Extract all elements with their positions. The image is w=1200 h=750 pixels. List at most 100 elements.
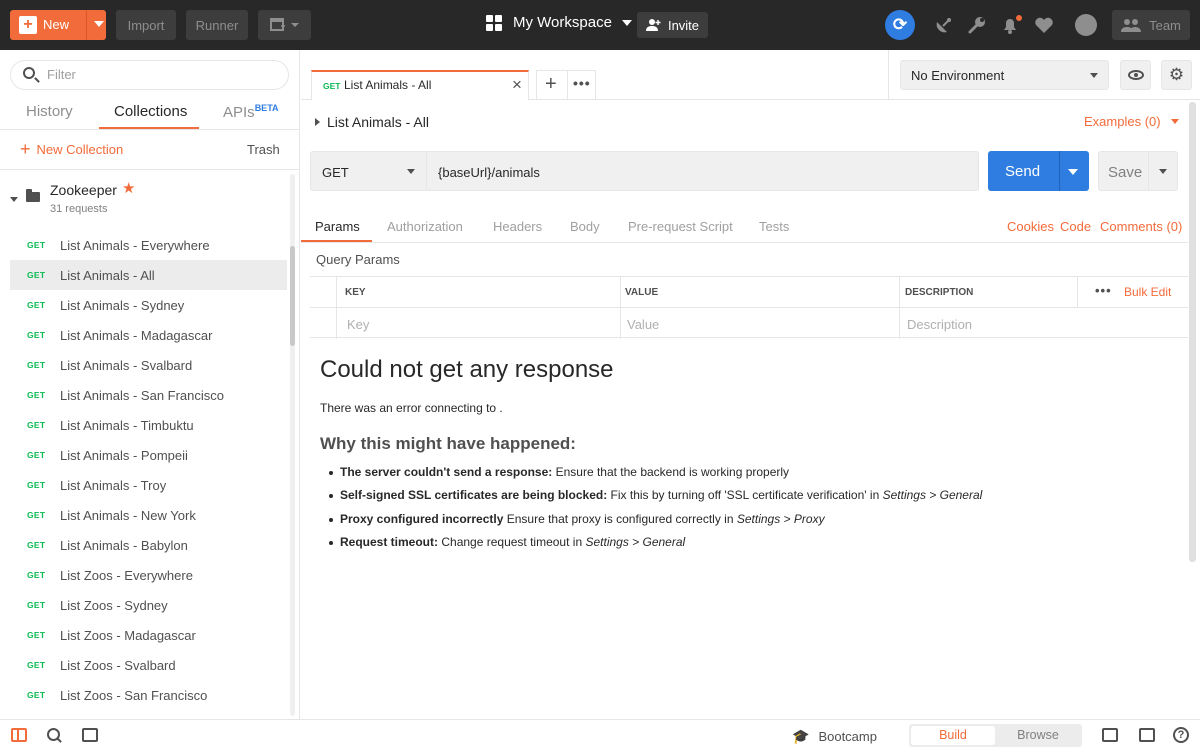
- column-header-key: KEY: [345, 287, 366, 298]
- new-button[interactable]: + New: [10, 10, 106, 40]
- new-window-button[interactable]: [258, 10, 311, 40]
- import-button[interactable]: Import: [116, 10, 176, 40]
- tab-pre-request-script[interactable]: Pre-request Script: [628, 219, 733, 234]
- star-icon[interactable]: ★: [122, 179, 135, 197]
- filter-input[interactable]: [47, 67, 277, 82]
- method-badge: GET: [27, 630, 45, 640]
- reason-title: Request timeout:: [340, 535, 438, 549]
- request-breadcrumb[interactable]: List Animals - All: [315, 114, 429, 130]
- runner-button[interactable]: Runner: [186, 10, 248, 40]
- new-tab-plus-icon[interactable]: +: [545, 73, 557, 96]
- environment-value: No Environment: [911, 68, 1004, 83]
- new-collection-button[interactable]: + New Collection: [20, 141, 123, 157]
- reason-text: Fix this by turning off 'SSL certificate…: [611, 488, 880, 502]
- bulk-edit-link[interactable]: Bulk Edit: [1124, 285, 1171, 299]
- close-icon[interactable]: ×: [512, 75, 522, 95]
- request-item[interactable]: GETList Animals - New York: [10, 500, 287, 530]
- team-button[interactable]: Team: [1112, 10, 1190, 40]
- method-badge: GET: [27, 540, 45, 550]
- help-icon[interactable]: ?: [1173, 727, 1189, 743]
- method-select[interactable]: GET: [310, 151, 427, 191]
- tab-tests[interactable]: Tests: [759, 219, 789, 234]
- keyboard-shortcuts-icon[interactable]: [1139, 728, 1155, 742]
- request-item[interactable]: GETList Animals - San Francisco: [10, 380, 287, 410]
- tab-collections[interactable]: Collections: [114, 103, 187, 120]
- collapse-caret-icon[interactable]: [10, 197, 18, 202]
- sync-icon[interactable]: ⟳: [885, 10, 915, 40]
- request-item[interactable]: GETList Zoos - Sydney: [10, 590, 287, 620]
- url-input[interactable]: {baseUrl}/animals: [426, 151, 979, 191]
- request-item[interactable]: GETList Animals - Svalbard: [10, 350, 287, 380]
- request-name: List Animals - All: [60, 268, 155, 283]
- trash-link[interactable]: Trash: [247, 142, 280, 157]
- invite-button[interactable]: Invite: [637, 12, 708, 38]
- collection-header[interactable]: Zookeeper ★ 31 requests: [0, 170, 290, 226]
- environment-select[interactable]: No Environment: [900, 60, 1109, 90]
- heart-icon[interactable]: [1033, 14, 1055, 36]
- request-tab[interactable]: GET List Animals - All ×: [311, 70, 529, 100]
- workspace-switcher[interactable]: My Workspace: [486, 14, 632, 31]
- reason-title: The server couldn't send a response:: [340, 465, 552, 479]
- more-options-icon[interactable]: •••: [573, 75, 591, 91]
- two-pane-layout-icon[interactable]: [1102, 728, 1118, 742]
- request-name: List Animals - Sydney: [60, 298, 184, 313]
- request-item[interactable]: GETList Zoos - Everywhere: [10, 560, 287, 590]
- request-item[interactable]: GETList Zoos - Svalbard: [10, 650, 287, 680]
- request-item[interactable]: GETList Animals - Babylon: [10, 530, 287, 560]
- response-why-heading: Why this might have happened:: [320, 434, 576, 454]
- request-name: List Animals - Pompeii: [60, 448, 188, 463]
- save-button[interactable]: Save: [1098, 151, 1178, 191]
- environment-panel: No Environment ⚙: [888, 50, 1200, 100]
- bootcamp-button[interactable]: 🎓 Bootcamp: [792, 728, 877, 745]
- param-key-input[interactable]: Key: [347, 317, 369, 332]
- send-options-caret-icon[interactable]: [1068, 169, 1078, 175]
- environment-quick-look-button[interactable]: [1120, 60, 1151, 90]
- column-header-description: DESCRIPTION: [905, 287, 973, 298]
- tab-authorization[interactable]: Authorization: [387, 219, 463, 234]
- build-mode-button[interactable]: Build: [911, 726, 995, 745]
- find-icon[interactable]: [47, 728, 63, 742]
- comments-link[interactable]: Comments (0): [1100, 219, 1182, 234]
- manage-environments-button[interactable]: ⚙: [1161, 60, 1192, 90]
- request-item[interactable]: GETList Animals - Troy: [10, 470, 287, 500]
- browse-mode-button[interactable]: Browse: [996, 726, 1080, 745]
- request-item[interactable]: GETList Animals - Timbuktu: [10, 410, 287, 440]
- plus-icon: +: [19, 16, 37, 34]
- tab-params[interactable]: Params: [315, 219, 360, 234]
- request-item[interactable]: GETList Animals - Sydney: [10, 290, 287, 320]
- new-dropdown-caret-icon[interactable]: [94, 21, 104, 27]
- tab-actions: + •••: [536, 70, 596, 100]
- filter-field[interactable]: [10, 60, 289, 90]
- wrench-icon[interactable]: [966, 14, 988, 36]
- satellite-icon[interactable]: [933, 14, 955, 36]
- toggle-sidebar-icon[interactable]: [11, 728, 27, 742]
- param-description-input[interactable]: Description: [907, 317, 972, 332]
- main-scrollbar[interactable]: [1189, 102, 1196, 562]
- request-item[interactable]: GETList Zoos - San Francisco: [10, 680, 287, 710]
- request-item[interactable]: GETList Animals - Everywhere: [10, 230, 287, 260]
- request-item[interactable]: GETList Animals - All: [10, 260, 287, 290]
- cookies-link[interactable]: Cookies: [1007, 219, 1054, 234]
- request-builder: GET List Animals - All × + ••• No Enviro…: [301, 50, 1200, 719]
- bootcamp-label: Bootcamp: [818, 729, 877, 744]
- tab-headers[interactable]: Headers: [493, 219, 542, 234]
- sidebar-scrollbar-thumb[interactable]: [290, 246, 295, 346]
- examples-dropdown[interactable]: Examples (0): [1084, 114, 1179, 129]
- tab-body[interactable]: Body: [570, 219, 600, 234]
- send-button[interactable]: Send: [988, 151, 1089, 191]
- code-link[interactable]: Code: [1060, 219, 1091, 234]
- more-options-icon[interactable]: •••: [1095, 283, 1112, 298]
- tab-history[interactable]: History: [26, 103, 73, 120]
- avatar-icon[interactable]: [1075, 14, 1097, 36]
- tab-apis[interactable]: APIsBETA: [223, 103, 279, 121]
- request-item[interactable]: GETList Zoos - Madagascar: [10, 620, 287, 650]
- param-value-input[interactable]: Value: [627, 317, 659, 332]
- response-error-message: There was an error connecting to .: [320, 401, 503, 415]
- reason-title: Self-signed SSL certificates are being b…: [340, 488, 607, 502]
- save-options-caret-icon[interactable]: [1159, 169, 1167, 174]
- request-item[interactable]: GETList Animals - Madagascar: [10, 320, 287, 350]
- request-name: List Zoos - San Francisco: [60, 688, 207, 703]
- url-value: {baseUrl}/animals: [438, 165, 540, 180]
- console-icon[interactable]: [82, 728, 98, 742]
- request-item[interactable]: GETList Animals - Pompeii: [10, 440, 287, 470]
